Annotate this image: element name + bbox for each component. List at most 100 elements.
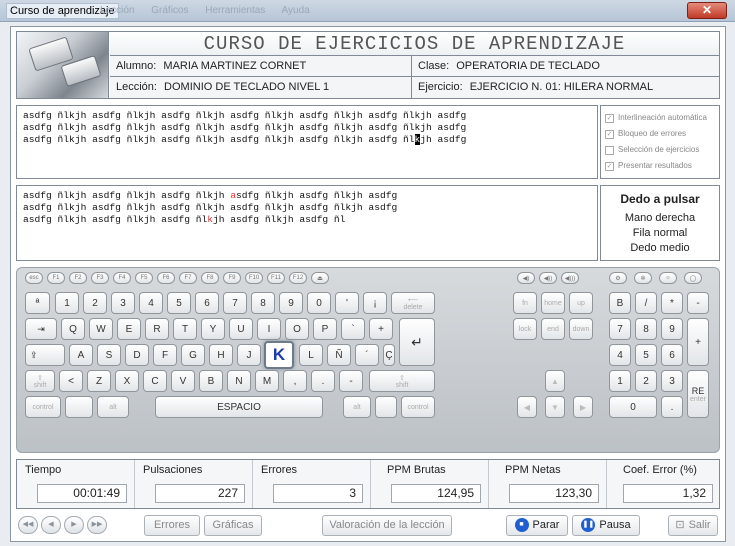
key-f9[interactable]: F9 [223,272,241,284]
key-m[interactable]: M [255,370,279,392]
key-blank-right[interactable] [375,396,397,418]
typed-text[interactable]: asdfg ñlkjh asdfg ñlkjh asdfg ñlkjh asdf… [16,185,598,261]
key-c[interactable]: C [143,370,167,392]
key-numpad-1[interactable]: 1 [609,370,631,392]
brightness-up-icon[interactable]: ☼ [659,272,677,284]
pausa-button[interactable]: ❚❚ Pausa [572,515,640,536]
menu-herramientas[interactable]: Herramientas [205,5,265,16]
key-space[interactable]: ESPACIO [155,396,323,418]
key-page-down[interactable]: down [569,318,593,340]
key-plus[interactable]: + [369,318,393,340]
arrow-down-icon[interactable]: ▼ [545,396,565,418]
key-4[interactable]: 4 [139,292,163,314]
key-grave[interactable]: ` [341,318,365,340]
key-g[interactable]: G [181,344,205,366]
key-shift-left[interactable]: ⇧ shift [25,370,55,392]
volume-down-icon[interactable]: ◀)) [539,272,557,284]
last-icon[interactable]: ▶▶ [87,516,107,534]
key-f8[interactable]: F8 [201,272,219,284]
key-end[interactable]: end [541,318,565,340]
checkbox-checked-icon[interactable]: ✓ [605,113,614,123]
next-icon[interactable]: ▶ [64,516,84,534]
checkbox-checked-icon[interactable]: ✓ [605,161,614,171]
key-tab[interactable]: ⇥ [25,318,57,340]
key-e[interactable]: E [117,318,141,340]
key-f10[interactable]: F10 [245,272,263,284]
key-page-up[interactable]: up [569,292,593,314]
checkbox-checked-icon[interactable]: ✓ [605,129,614,139]
key-numpad-minus[interactable]: - [687,292,709,314]
key-o[interactable]: O [285,318,309,340]
key-numpad-6[interactable]: 6 [661,344,683,366]
key-esc[interactable]: esc [25,272,43,284]
key-f11[interactable]: F11 [267,272,285,284]
key-6[interactable]: 6 [195,292,219,314]
key-r[interactable]: R [145,318,169,340]
key-fn[interactable]: fn [513,292,537,314]
key-control-left[interactable]: control [25,396,61,418]
key-w[interactable]: W [89,318,113,340]
key-period[interactable]: . [311,370,335,392]
key-1[interactable]: 1 [55,292,79,314]
arrow-up-icon[interactable]: ▲ [545,370,565,392]
checkbox-unchecked-icon[interactable] [605,145,614,155]
first-icon[interactable]: ◀◀ [18,516,38,534]
key-l[interactable]: L [299,344,323,366]
key-alt-right[interactable]: alt [343,396,371,418]
key-apostrophe[interactable]: ' [335,292,359,314]
key-comma[interactable]: , [283,370,307,392]
key-x[interactable]: X [115,370,139,392]
key-0[interactable]: 0 [307,292,331,314]
eject-icon[interactable]: ⏏ [311,272,329,284]
key-7[interactable]: 7 [223,292,247,314]
key-numpad-8[interactable]: 8 [635,318,657,340]
key-f[interactable]: F [153,344,177,366]
key-f2[interactable]: F2 [69,272,87,284]
key-t[interactable]: T [173,318,197,340]
key-numpad-divide[interactable]: / [635,292,657,314]
key-caps-lock[interactable]: ⇪ [25,344,65,366]
option-presentar[interactable]: ✓ Presentar resultados [605,158,715,174]
key-y[interactable]: Y [201,318,225,340]
key-u[interactable]: U [229,318,253,340]
key-8[interactable]: 8 [251,292,275,314]
key-numpad-0[interactable]: 0 [609,396,657,418]
option-seleccion[interactable]: Selección de ejercicios [605,142,715,158]
valoracion-button[interactable]: Valoración de la lección [322,515,452,536]
key-numpad-9[interactable]: 9 [661,318,683,340]
key-blank-left[interactable] [65,396,93,418]
volume-mute-icon[interactable]: ◀) [517,272,535,284]
key-h[interactable]: H [209,344,233,366]
key-less-than[interactable]: < [59,370,83,392]
key-f3[interactable]: F3 [91,272,109,284]
key-cedilla[interactable]: Ç [383,344,395,366]
key-inverted-exclamation[interactable]: ¡ [363,292,387,314]
key-k-highlighted[interactable]: K [264,341,294,369]
key-f4[interactable]: F4 [113,272,131,284]
key-f1[interactable]: F1 [47,272,65,284]
errores-button[interactable]: Errores [144,515,200,536]
key-numpad-7[interactable]: 7 [609,318,631,340]
key-b[interactable]: B [199,370,223,392]
key-p[interactable]: P [313,318,337,340]
key-i[interactable]: I [257,318,281,340]
key-v[interactable]: V [171,370,195,392]
graficas-button[interactable]: Gráficas [204,515,262,536]
key-control-right[interactable]: control [401,396,435,418]
key-numpad-5[interactable]: 5 [635,344,657,366]
key-a[interactable]: A [69,344,93,366]
key-numpad-plus[interactable]: + [687,318,709,366]
key-s[interactable]: S [97,344,121,366]
key-f12[interactable]: F12 [289,272,307,284]
gear-icon[interactable]: ⚙ [609,272,627,284]
key-5[interactable]: 5 [167,292,191,314]
volume-up-icon[interactable]: ◀))) [561,272,579,284]
key-f6[interactable]: F6 [157,272,175,284]
key-acute[interactable]: ´ [355,344,379,366]
option-bloqueo[interactable]: ✓ Bloqueo de errores [605,126,715,142]
key-n[interactable]: N [227,370,251,392]
menu-leccion[interactable]: Lección [100,5,134,16]
arrow-left-icon[interactable]: ◀ [517,396,537,418]
key-numpad-multiply[interactable]: * [661,292,683,314]
key-numpad-3[interactable]: 3 [661,370,683,392]
